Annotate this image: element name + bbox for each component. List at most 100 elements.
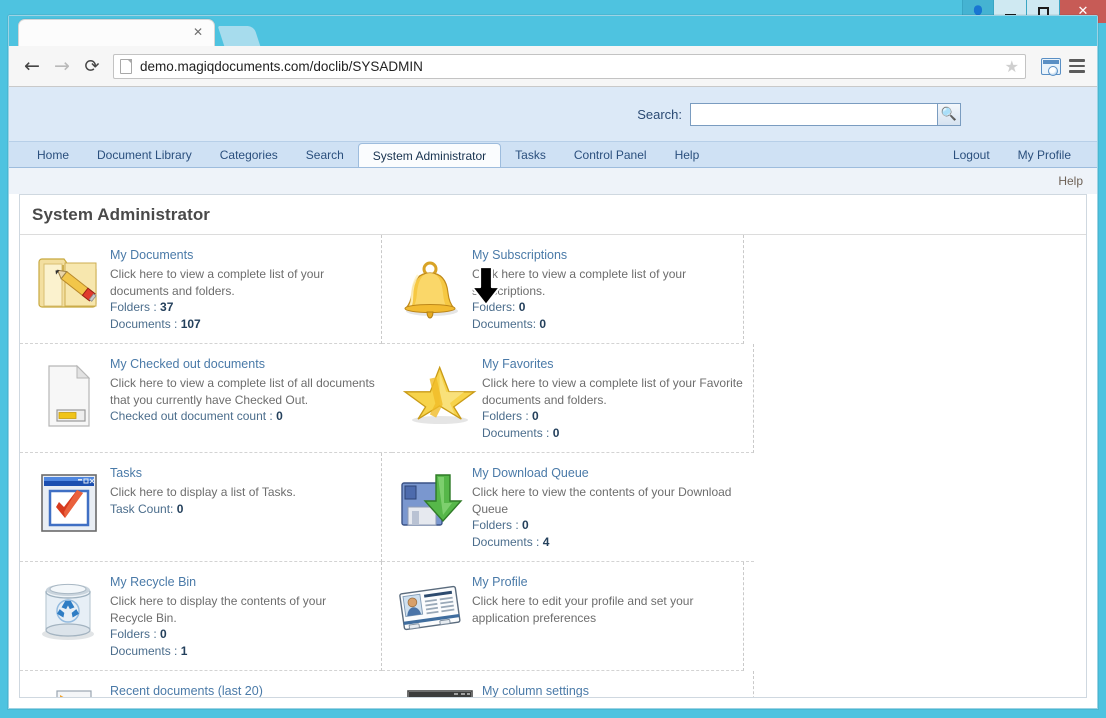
id-card-icon bbox=[392, 574, 468, 662]
card-my-column-settings[interactable]: My column settings Click here to list an… bbox=[392, 671, 754, 697]
nav-item-tasks[interactable]: Tasks bbox=[501, 142, 560, 167]
nav-item-search[interactable]: Search bbox=[292, 142, 358, 167]
nav-item-help[interactable]: Help bbox=[661, 142, 714, 167]
nav-item-system-administrator[interactable]: System Administrator bbox=[357, 143, 502, 167]
card-title-link[interactable]: My Download Queue bbox=[472, 465, 744, 481]
card-stat-value: 0 bbox=[532, 409, 539, 423]
card-body: My Recycle Bin Click here to display the… bbox=[106, 574, 371, 662]
card-tasks[interactable]: Tasks Click here to display a list of Ta… bbox=[20, 453, 382, 562]
os-window: 👤 ✕ ✕ ← → ⟳ demo.magiqdocuments.com/docl bbox=[0, 0, 1106, 718]
dashboard-card-grid: My Documents Click here to view a comple… bbox=[20, 234, 1086, 697]
card-title-link[interactable]: Recent documents (last 20) bbox=[110, 683, 382, 697]
column-settings-icon bbox=[402, 683, 478, 697]
card-stat-value: 0 bbox=[276, 409, 283, 423]
card-title-link[interactable]: My Profile bbox=[472, 574, 733, 590]
card-stat-label: Documents : bbox=[110, 317, 178, 331]
card-stat-label: Folders: bbox=[472, 300, 516, 314]
card-stat-value: 37 bbox=[160, 300, 174, 314]
forward-button[interactable]: → bbox=[47, 51, 77, 81]
card-stat: Documents: 0 bbox=[472, 316, 733, 333]
card-stat-label: Documents : bbox=[110, 644, 178, 658]
card-my-profile[interactable]: My Profile Click here to edit your profi… bbox=[382, 562, 744, 671]
card-title-link[interactable]: My Recycle Bin bbox=[110, 574, 371, 590]
card-stat-label: Folders : bbox=[110, 627, 157, 641]
card-title-link[interactable]: My Documents bbox=[110, 247, 371, 263]
card-stat-label: Task Count: bbox=[110, 501, 174, 516]
card-my-checked-out-documents[interactable]: My Checked out documents Click here to v… bbox=[20, 344, 392, 453]
bell-icon bbox=[392, 247, 468, 335]
card-my-favorites[interactable]: My Favorites Click here to view a comple… bbox=[392, 344, 754, 453]
card-stat: Checked out document count : 0 bbox=[110, 408, 382, 425]
download-queue-icon bbox=[392, 465, 468, 553]
page-title: System Administrator bbox=[32, 205, 211, 224]
url-text: demo.magiqdocuments.com/doclib/SYSADMIN bbox=[140, 58, 423, 74]
help-link[interactable]: Help bbox=[1058, 174, 1083, 188]
extension-icon[interactable] bbox=[1041, 57, 1061, 76]
card-title-link[interactable]: Tasks bbox=[110, 465, 371, 481]
search-label: Search: bbox=[637, 106, 682, 122]
web-page: Search: 🔍 Home Document Library Categori… bbox=[9, 87, 1097, 708]
card-stat-value: 0 bbox=[160, 627, 167, 641]
nav-item-document-library[interactable]: Document Library bbox=[83, 142, 206, 167]
card-stat: Folders : 0 bbox=[472, 517, 744, 534]
menu-line bbox=[1069, 70, 1085, 73]
card-description: Click here to display a list of Tasks. bbox=[110, 485, 296, 499]
card-my-documents[interactable]: My Documents Click here to view a comple… bbox=[20, 235, 382, 344]
bookmark-star-icon[interactable]: ★ bbox=[1005, 57, 1019, 76]
new-tab-button[interactable] bbox=[217, 26, 261, 46]
card-body: My Profile Click here to edit your profi… bbox=[468, 574, 733, 662]
card-my-download-queue[interactable]: My Download Queue Click here to view the… bbox=[382, 453, 754, 562]
back-button[interactable]: ← bbox=[17, 51, 47, 81]
card-recent-documents[interactable]: Recent documents (last 20) Click here to… bbox=[20, 671, 392, 697]
card-body: My Favorites Click here to view a comple… bbox=[478, 356, 743, 444]
browser-menu-icon[interactable] bbox=[1069, 56, 1085, 76]
card-stat-label: Checked out document count : bbox=[110, 409, 273, 423]
address-bar[interactable]: demo.magiqdocuments.com/doclib/SYSADMIN … bbox=[113, 53, 1026, 79]
card-description: Click here to edit your profile and set … bbox=[472, 594, 694, 625]
card-title-link[interactable]: My Checked out documents bbox=[110, 356, 382, 372]
card-title-link[interactable]: My Favorites bbox=[482, 356, 743, 372]
card-stat-value: 0 bbox=[522, 518, 529, 532]
card-stat-label: Folders : bbox=[472, 518, 519, 532]
tab-close-icon[interactable]: ✕ bbox=[191, 25, 205, 39]
card-stat: Folders: 0 bbox=[472, 299, 733, 316]
reload-button[interactable]: ⟳ bbox=[77, 51, 107, 81]
card-stat-label: Documents : bbox=[482, 426, 550, 440]
card-stat: Folders : 0 bbox=[110, 626, 371, 643]
card-title-link[interactable]: My Subscriptions bbox=[472, 247, 733, 263]
card-body: Recent documents (last 20) Click here to… bbox=[106, 683, 382, 697]
card-stat: Documents : 107 bbox=[110, 316, 371, 333]
card-body: My Subscriptions Click here to view a co… bbox=[468, 247, 733, 335]
card-title-link[interactable]: My column settings bbox=[482, 683, 743, 697]
menu-line bbox=[1069, 64, 1085, 68]
card-stat-label: Folders : bbox=[482, 409, 529, 423]
folder-pencil-icon bbox=[30, 247, 106, 335]
browser-toolbar: ← → ⟳ demo.magiqdocuments.com/doclib/SYS… bbox=[9, 46, 1097, 87]
browser-tab[interactable]: ✕ bbox=[18, 19, 215, 46]
nav-item-my-profile[interactable]: My Profile bbox=[1004, 142, 1085, 167]
card-stat-value: 0 bbox=[552, 426, 560, 440]
main-navigation: Home Document Library Categories Search … bbox=[9, 141, 1097, 168]
card-description: Click here to view a complete list of yo… bbox=[472, 267, 687, 298]
nav-item-categories[interactable]: Categories bbox=[206, 142, 292, 167]
card-stat-label: Documents: bbox=[472, 317, 537, 331]
nav-item-home[interactable]: Home bbox=[23, 142, 83, 167]
card-stat: Documents : 0 bbox=[482, 425, 743, 442]
nav-item-control-panel[interactable]: Control Panel bbox=[560, 142, 661, 167]
card-body: My Checked out documents Click here to v… bbox=[106, 356, 382, 444]
card-stat: Folders : 0 bbox=[482, 408, 743, 425]
card-body: My Documents Click here to view a comple… bbox=[106, 247, 371, 335]
browser-tabstrip: ✕ bbox=[9, 16, 1097, 46]
card-stat-value: 0 bbox=[539, 317, 547, 331]
card-my-subscriptions[interactable]: My Subscriptions Click here to view a co… bbox=[382, 235, 744, 344]
card-body: Tasks Click here to display a list of Ta… bbox=[106, 465, 371, 553]
nav-item-logout[interactable]: Logout bbox=[939, 142, 1004, 167]
card-description: Click here to view the contents of your … bbox=[472, 485, 732, 516]
search-button[interactable]: 🔍 bbox=[937, 102, 961, 126]
card-description: Click here to view a complete list of yo… bbox=[110, 267, 325, 298]
card-description: Click here to view a complete list of al… bbox=[110, 376, 375, 407]
search-input[interactable] bbox=[690, 102, 938, 126]
page-document-icon bbox=[120, 58, 132, 74]
card-my-recycle-bin[interactable]: My Recycle Bin Click here to display the… bbox=[20, 562, 382, 671]
